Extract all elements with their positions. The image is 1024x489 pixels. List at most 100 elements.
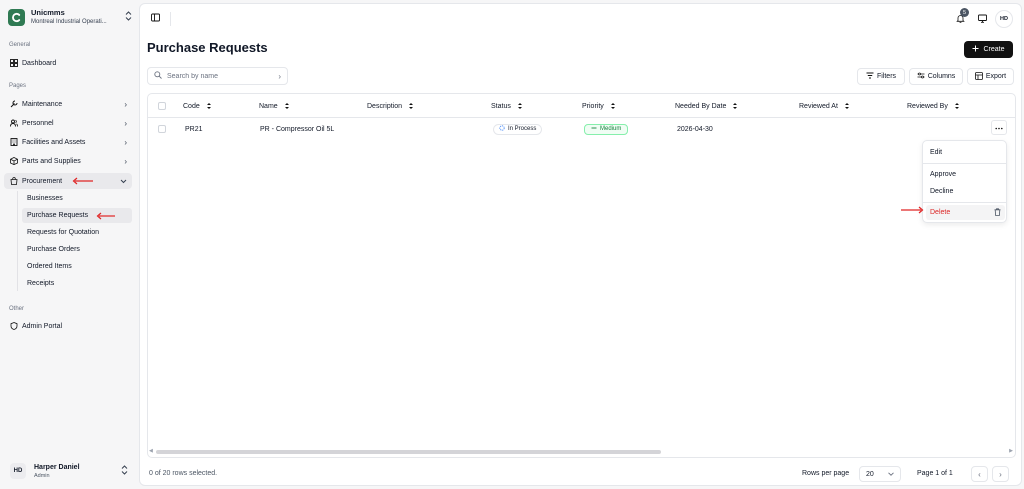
- avatar: HD: [10, 463, 26, 479]
- notifications-button[interactable]: 5: [951, 8, 969, 28]
- sidebar-subitem-businesses[interactable]: Businesses: [22, 191, 132, 206]
- filter-lines-icon: [866, 72, 874, 81]
- menu-item-delete[interactable]: Delete: [926, 205, 1005, 220]
- cell-status: In Process: [493, 118, 543, 140]
- sidebar: Unicmms Montreal Industrial Operati... G…: [0, 0, 138, 489]
- sidebar-item-maintenance[interactable]: Maintenance ›: [4, 96, 132, 112]
- rows-per-page-value: 20: [866, 470, 874, 478]
- sort-icon: [733, 103, 738, 109]
- rows-per-page-select[interactable]: 20: [859, 466, 901, 482]
- column-header-label: Status: [491, 102, 511, 110]
- export-button[interactable]: Export: [967, 68, 1014, 85]
- chevron-right-icon: ›: [278, 71, 281, 81]
- header-avatar[interactable]: HD: [995, 10, 1013, 28]
- sidebar-item-procurement[interactable]: Procurement: [4, 173, 132, 189]
- row-select-checkbox[interactable]: [158, 125, 166, 133]
- column-header-reviewed-at[interactable]: Reviewed At: [799, 94, 850, 118]
- shield-icon: [9, 322, 18, 331]
- sidebar-item-label: Procurement: [22, 177, 63, 185]
- main-panel: 5 HD Purchase Requests Create › Filters: [139, 3, 1022, 486]
- search-field[interactable]: ›: [147, 67, 288, 85]
- sidebar-subitem-receipts[interactable]: Receipts: [22, 276, 132, 291]
- columns-button[interactable]: Columns: [909, 68, 963, 85]
- status-label: In Process: [508, 126, 537, 132]
- sidebar-subitem-requests-for-quotation[interactable]: Requests for Quotation: [22, 225, 132, 240]
- sidebar-item-facilities[interactable]: Facilities and Assets ›: [4, 134, 132, 150]
- annotation-arrow-procurement: [72, 177, 93, 185]
- sliders-icon: [917, 72, 925, 81]
- wrench-icon: [9, 100, 18, 109]
- sidebar-toggle-button[interactable]: [148, 11, 162, 25]
- display-button[interactable]: [973, 10, 991, 28]
- chevron-left-icon: ‹: [978, 469, 981, 479]
- sidebar-item-personnel[interactable]: Personnel ›: [4, 115, 132, 131]
- priority-label: Medium: [600, 126, 622, 132]
- sort-icon: [409, 103, 414, 109]
- chevron-right-icon: ›: [124, 137, 127, 147]
- sidebar-item-label: Maintenance: [22, 100, 63, 108]
- priority-badge: Medium: [584, 123, 629, 135]
- create-button[interactable]: Create: [964, 41, 1013, 58]
- previous-page-button[interactable]: ‹: [971, 466, 988, 482]
- sidebar-subitem-ordered-items[interactable]: Ordered Items: [22, 259, 132, 274]
- column-header-reviewed-by[interactable]: Reviewed By: [907, 94, 960, 118]
- select-all-checkbox[interactable]: [158, 102, 166, 110]
- column-header-name[interactable]: Name: [259, 94, 290, 118]
- chevron-down-icon: [120, 177, 127, 186]
- sidebar-item-dashboard[interactable]: Dashboard: [4, 55, 132, 71]
- sidebar-item-admin-portal[interactable]: Admin Portal: [4, 318, 132, 334]
- sidebar-item-parts[interactable]: Parts and Supplies ›: [4, 153, 132, 169]
- chevron-right-icon: ›: [124, 99, 127, 109]
- sidebar-item-label: Facilities and Assets: [22, 138, 86, 146]
- delete-label: Delete: [930, 209, 951, 216]
- cell-name: PR - Compressor Oil 5L: [260, 125, 335, 133]
- sidebar-subitem-purchase-orders[interactable]: Purchase Orders: [22, 242, 132, 257]
- create-button-label: Create: [983, 46, 1005, 53]
- column-header-status[interactable]: Status: [491, 94, 523, 118]
- chevron-right-icon: ›: [124, 118, 127, 128]
- rows-per-page-label: Rows per page: [802, 470, 850, 477]
- row-actions-button[interactable]: [991, 120, 1007, 135]
- columns-label: Columns: [927, 73, 956, 80]
- menu-divider: [923, 163, 1006, 164]
- submenu-divider: [17, 191, 18, 291]
- column-header-label: Priority: [582, 102, 604, 110]
- sidebar-item-label: Admin Portal: [22, 322, 63, 330]
- column-header-code[interactable]: Code: [183, 94, 212, 118]
- column-header-description[interactable]: Description: [367, 94, 414, 118]
- sidebar-item-label: Personnel: [22, 119, 54, 127]
- user-menu[interactable]: HD Harper Daniel Admin: [6, 458, 132, 484]
- annotation-arrow-purchase-requests: [96, 212, 115, 220]
- column-header-priority[interactable]: Priority: [582, 94, 616, 118]
- sort-icon: [206, 103, 211, 109]
- table-header: Code Name Description Status Priority Ne…: [148, 94, 1015, 118]
- column-header-needed-by-date[interactable]: Needed By Date: [675, 94, 738, 118]
- shopping-bag-icon: [9, 177, 18, 186]
- search-input[interactable]: [167, 72, 279, 80]
- cell-priority: Medium: [584, 118, 629, 140]
- search-icon: [154, 71, 162, 81]
- table-row[interactable]: PR21 PR - Compressor Oil 5L In Process M…: [148, 118, 1015, 140]
- org-switcher[interactable]: Unicmms Montreal Industrial Operati...: [8, 6, 132, 28]
- next-page-button[interactable]: ›: [992, 466, 1009, 482]
- chevron-right-icon: ›: [999, 469, 1002, 479]
- notification-badge: 5: [960, 8, 969, 17]
- column-header-label: Code: [183, 102, 200, 110]
- org-name: Unicmms: [31, 8, 65, 17]
- section-label-general: General: [9, 42, 31, 48]
- scrollbar-thumb[interactable]: [156, 450, 661, 454]
- menu-item-edit[interactable]: Edit: [926, 145, 1005, 160]
- chevrons-up-down-icon: [124, 11, 132, 23]
- filters-button[interactable]: Filters: [857, 68, 905, 85]
- menu-item-approve[interactable]: Approve: [926, 167, 1005, 182]
- sidebar-item-label: Parts and Supplies: [22, 157, 81, 165]
- sort-icon: [844, 103, 849, 109]
- users-icon: [9, 119, 18, 128]
- panel-left-icon: [150, 13, 160, 24]
- column-header-label: Reviewed At: [799, 102, 838, 110]
- horizontal-scrollbar[interactable]: ◀ ▶: [149, 448, 1013, 454]
- chevron-down-icon: [888, 471, 894, 478]
- column-header-label: Name: [259, 102, 278, 110]
- menu-item-decline[interactable]: Decline: [926, 184, 1005, 199]
- page-title: Purchase Requests: [147, 40, 268, 55]
